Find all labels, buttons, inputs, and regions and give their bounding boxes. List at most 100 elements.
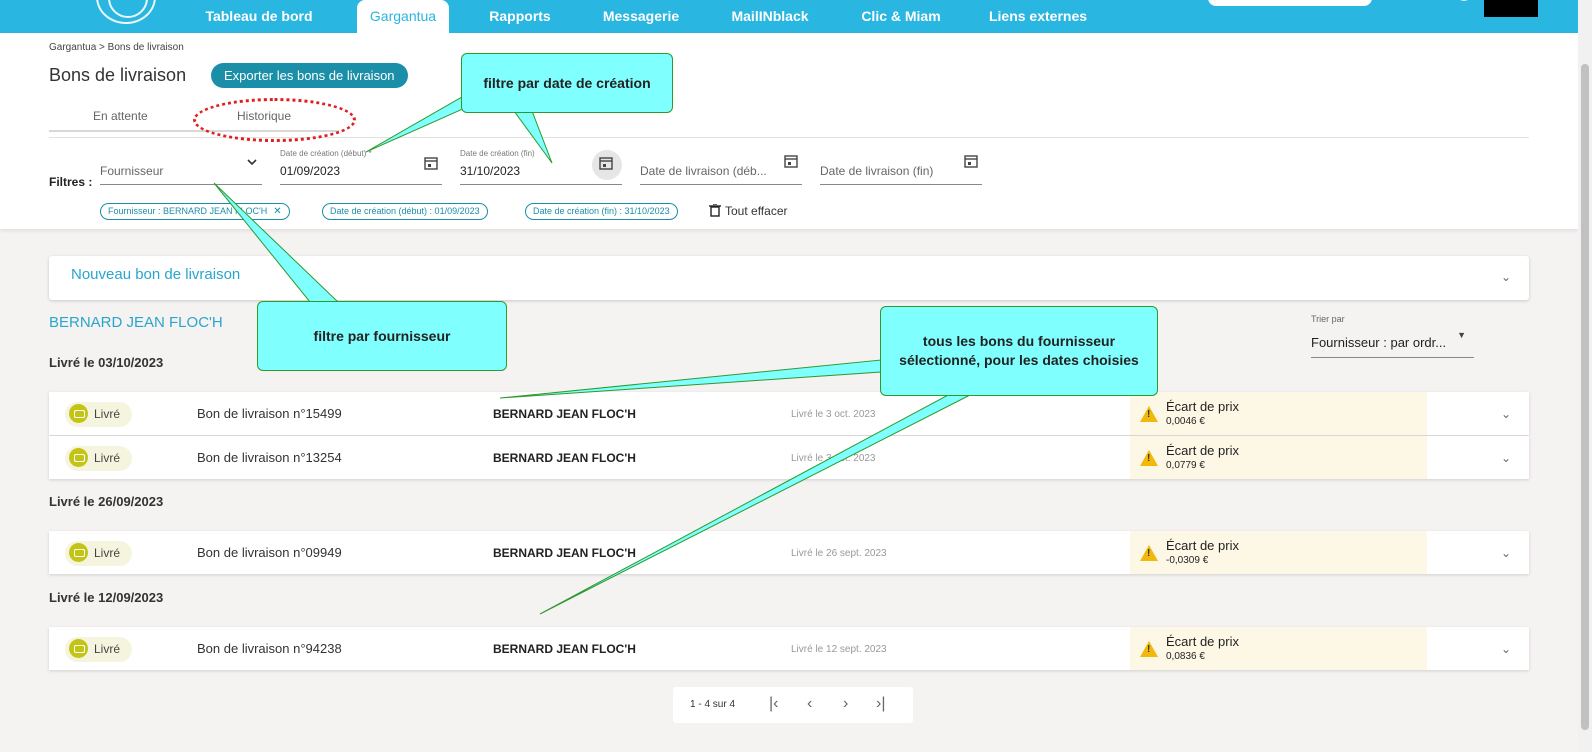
price-gap-box: Écart de prix -0,0309 € (1130, 531, 1427, 574)
caret-down-icon: ▼ (1457, 330, 1466, 340)
chevron-down-icon[interactable]: ⌄ (1501, 642, 1511, 656)
chevron-down-icon[interactable]: ⌄ (1501, 407, 1511, 421)
callout-date-filter: filtre par date de création (461, 53, 673, 113)
breadcrumb[interactable]: Gargantua > Bons de livraison (49, 42, 184, 53)
status-label: Livré (94, 642, 121, 656)
sort-select[interactable]: Fournisseur : par ordr... ▼ (1311, 330, 1474, 358)
delivery-truck-icon (69, 404, 88, 424)
delivery-supplier: BERNARD JEAN FLOC'H (493, 642, 636, 656)
clear-all-label: Tout effacer (725, 204, 788, 218)
nav-liens-externes[interactable]: Liens externes (984, 0, 1092, 33)
creation-start-field[interactable]: Date de création (début) * 01/09/2023 (280, 145, 442, 185)
group-heading: Livré le 12/09/2023 (49, 590, 164, 605)
sort-value: Fournisseur : par ordr... (1311, 335, 1447, 350)
creation-end-field[interactable]: Date de création (fin) 31/10/2023 (460, 145, 622, 185)
callout-all-bons: tous les bons du fournisseur sélectionné… (880, 306, 1158, 396)
delivery-truck-icon (69, 448, 88, 468)
price-gap-value: 0,0779 € (1166, 460, 1205, 471)
delivery-end-field[interactable]: Date de livraison (fin) (820, 145, 982, 185)
delivery-truck-icon (69, 639, 88, 659)
pager-info: 1 - 4 sur 4 (690, 699, 736, 710)
chevron-down-icon[interactable]: ⌄ (1501, 546, 1511, 560)
nav-mailinblack[interactable]: MailINblack (725, 0, 815, 33)
calendar-icon[interactable] (599, 156, 613, 173)
price-gap-box: Écart de prix 0,0046 € (1130, 392, 1427, 435)
calendar-icon[interactable] (424, 156, 438, 173)
warning-icon (1140, 406, 1158, 422)
delivery-start-field[interactable]: Date de livraison (déb... (640, 145, 802, 185)
status-label: Livré (94, 451, 121, 465)
delivery-supplier: BERNARD JEAN FLOC'H (493, 407, 636, 421)
calendar-icon[interactable] (784, 154, 798, 171)
delivery-truck-icon (69, 543, 88, 563)
chip-supplier[interactable]: Fournisseur : BERNARD JEAN FLOC'H ✕ (100, 203, 290, 220)
delivery-number: Bon de livraison n°94238 (197, 641, 342, 656)
creation-start-value: 01/09/2023 (280, 164, 341, 178)
nav-tableau-de-bord[interactable]: Tableau de bord (200, 0, 318, 33)
first-page-icon[interactable]: |‹ (769, 695, 778, 713)
group-heading: Livré le 03/10/2023 (49, 355, 164, 370)
delivery-number: Bon de livraison n°13254 (197, 450, 342, 465)
clear-all-button[interactable]: Tout effacer (709, 203, 788, 218)
delivery-date: Livré le 3 oct. 2023 (791, 453, 876, 464)
delivery-row[interactable]: Livré Bon de livraison n°94238 BERNARD J… (49, 627, 1529, 670)
delivery-number: Bon de livraison n°09949 (197, 545, 342, 560)
status-badge: Livré (65, 446, 133, 471)
page-title: Bons de livraison (49, 65, 187, 85)
status-badge: Livré (65, 402, 133, 427)
scrollbar[interactable] (1578, 0, 1592, 752)
chip-creation-end[interactable]: Date de création (fin) : 31/10/2023 (525, 203, 678, 220)
paginator: 1 - 4 sur 4 |‹ ‹ › ›| (673, 687, 913, 723)
supplier-placeholder: Fournisseur (100, 164, 164, 178)
supplier-select[interactable]: Fournisseur (100, 145, 262, 185)
search-input[interactable] (1208, 0, 1372, 6)
nav-gargantua[interactable]: Gargantua (357, 0, 449, 33)
delivery-date: Livré le 26 sept. 2023 (791, 548, 887, 559)
delivery-row[interactable]: Livré Bon de livraison n°15499 BERNARD J… (49, 392, 1529, 435)
prev-page-icon[interactable]: ‹ (807, 695, 812, 713)
price-gap-title: Écart de prix (1166, 634, 1239, 649)
tab-en-attente[interactable]: En attente (93, 109, 148, 123)
user-icon[interactable] (1454, 0, 1476, 6)
delivery-row[interactable]: Livré Bon de livraison n°09949 BERNARD J… (49, 531, 1529, 574)
chevron-down-icon[interactable]: ⌄ (1501, 270, 1511, 284)
close-icon[interactable]: ✕ (273, 206, 281, 217)
price-gap-value: -0,0309 € (1166, 555, 1209, 566)
status-badge: Livré (65, 541, 133, 566)
bell-icon[interactable] (1418, 0, 1440, 6)
chevron-down-icon[interactable]: ⌄ (1501, 451, 1511, 465)
calendar-icon[interactable] (964, 154, 978, 171)
delivery-row[interactable]: Livré Bon de livraison n°13254 BERNARD J… (49, 436, 1529, 479)
price-gap-title: Écart de prix (1166, 538, 1239, 553)
warning-icon (1140, 450, 1158, 466)
delivery-date: Livré le 12 sept. 2023 (791, 644, 887, 655)
delivery-number: Bon de livraison n°15499 (197, 406, 342, 421)
last-page-icon[interactable]: ›| (876, 695, 885, 713)
export-button[interactable]: Exporter les bons de livraison (211, 63, 408, 88)
price-gap-title: Écart de prix (1166, 399, 1239, 414)
price-gap-box: Écart de prix 0,0779 € (1130, 436, 1427, 479)
nav-rapports[interactable]: Rapports (480, 0, 560, 33)
price-gap-title: Écart de prix (1166, 443, 1239, 458)
nav-messagerie[interactable]: Messagerie (596, 0, 686, 33)
scroll-thumb[interactable] (1581, 64, 1589, 730)
delivery-start-placeholder: Date de livraison (déb... (640, 164, 767, 178)
nav-clic-miam[interactable]: Clic & Miam (856, 0, 946, 33)
group-heading: Livré le 26/09/2023 (49, 494, 164, 509)
redacted-block (1484, 0, 1538, 17)
chip-supplier-label: Fournisseur : BERNARD JEAN FLOC'H (108, 206, 268, 216)
creation-end-value: 31/10/2023 (460, 164, 521, 178)
chip-creation-start[interactable]: Date de création (début) : 01/09/2023 (322, 203, 488, 220)
supplier-title: BERNARD JEAN FLOC'H (49, 314, 223, 331)
new-delivery-card[interactable]: Nouveau bon de livraison ⌄ (49, 256, 1529, 300)
logo[interactable] (96, 0, 156, 24)
creation-end-label: Date de création (fin) (460, 149, 535, 158)
warning-icon (1140, 545, 1158, 561)
trash-icon (709, 203, 721, 217)
creation-start-label: Date de création (début) * (280, 149, 372, 158)
callout-supplier-filter: filtre par fournisseur (257, 301, 507, 371)
status-badge: Livré (65, 637, 133, 662)
price-gap-value: 0,0046 € (1166, 416, 1205, 427)
next-page-icon[interactable]: › (843, 695, 848, 713)
warning-icon (1140, 641, 1158, 657)
